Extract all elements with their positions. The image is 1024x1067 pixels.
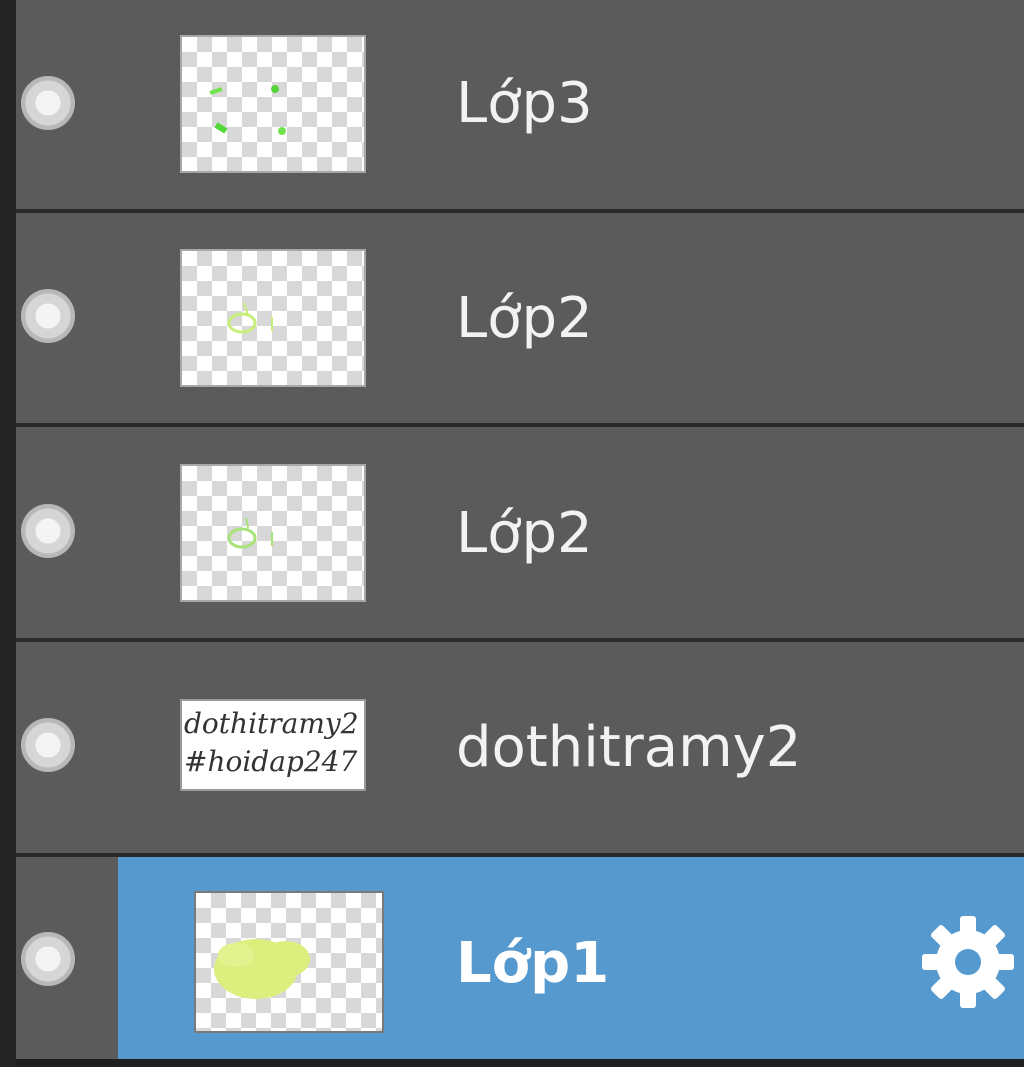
layer-thumbnail <box>180 35 366 173</box>
layer-name: Lớp2 <box>456 286 593 351</box>
visibility-radio-icon[interactable] <box>21 718 75 772</box>
yellow-blob-graphic <box>214 939 310 999</box>
layer-thumbnail <box>180 464 366 602</box>
thumbnail-text-line: #hoidap247 <box>184 745 358 778</box>
gear-icon[interactable] <box>918 912 1018 1012</box>
layer-name: Lớp1 <box>456 931 610 996</box>
layer-thumbnail: dothitramy2 #hoidap247 <box>180 699 366 791</box>
layer-name: Lớp3 <box>456 71 593 136</box>
visibility-radio-icon[interactable] <box>21 504 75 558</box>
layer-name: Lớp2 <box>456 501 593 566</box>
layer-name: dothitramy2 <box>456 715 802 780</box>
visibility-radio-icon[interactable] <box>21 932 75 986</box>
green-scribble-graphic <box>227 302 273 334</box>
layer-thumbnail <box>194 891 384 1033</box>
layers-panel: Lớp3 Lớp2 Lớp2 dothitramy2 #hoidap247 do… <box>0 0 1024 1067</box>
green-dots-graphic <box>209 85 286 135</box>
panel-edge <box>0 0 16 1067</box>
visibility-radio-icon[interactable] <box>21 289 75 343</box>
layer-thumbnail <box>180 249 366 387</box>
visibility-radio-icon[interactable] <box>21 76 75 130</box>
panel-bottom-edge <box>16 1059 1024 1067</box>
thumbnail-text-line: dothitramy2 <box>184 707 359 740</box>
green-scribble-graphic <box>227 517 273 549</box>
